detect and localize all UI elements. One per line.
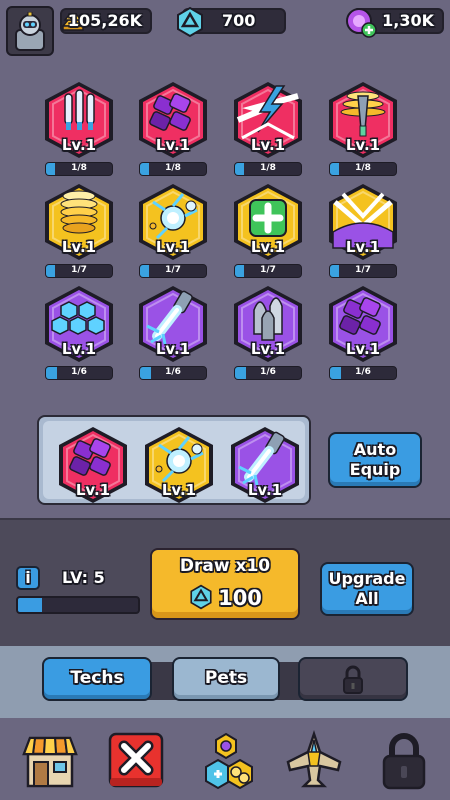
tech-progress-text: 1/7 [355, 265, 371, 275]
top-bar: 105,26K 700 1,30K [0, 0, 450, 56]
tech-progress-bar: 1/8 [329, 162, 397, 176]
draw-x10-button[interactable]: Draw x10 100 [150, 548, 300, 620]
gold-value: 105,26K [67, 11, 142, 30]
tech-progress-text: 1/6 [355, 367, 371, 377]
tech-progress-bar: 1/6 [329, 366, 397, 380]
tech-card-plasma-orb[interactable]: Lv.1 1/7 [137, 182, 213, 292]
techs-icon [205, 732, 253, 790]
ship-icon [286, 730, 342, 788]
tab-locked[interactable] [298, 657, 408, 701]
tech-progress-text: 1/7 [71, 265, 87, 275]
nav-locked[interactable] [374, 730, 434, 790]
tech-progress-bar: 1/7 [329, 264, 397, 278]
player-level-bar [16, 596, 140, 614]
tech-card-gold-coil[interactable]: Lv.1 1/7 [43, 182, 119, 292]
draw-title: Draw x10 [179, 556, 271, 576]
tech-card-repair[interactable]: Lv.1 1/7 [232, 182, 308, 292]
tech-progress-bar: 1/6 [45, 366, 113, 380]
tech-card-purple-bombs[interactable]: Lv.1 1/8 [137, 80, 213, 190]
nav-shop[interactable] [20, 730, 80, 790]
tech-level: Lv.1 [250, 136, 286, 154]
info-button[interactable]: i [16, 566, 40, 590]
tech-level: Lv.1 [61, 136, 97, 154]
tech-progress-text: 1/7 [165, 265, 181, 275]
tech-level: Lv.1 [250, 340, 286, 358]
tech-progress-text: 1/8 [260, 163, 276, 173]
tech-progress-text: 1/6 [71, 367, 87, 377]
tech-level: Lv.1 [345, 238, 381, 256]
shop-icon [22, 736, 78, 788]
tech-progress-bar: 1/6 [234, 366, 302, 380]
tech-level: Lv.1 [155, 238, 191, 256]
lock-icon [343, 665, 363, 694]
tech-progress-bar: 1/6 [139, 366, 207, 380]
draw-cost: 100 [152, 584, 298, 610]
tech-progress-bar: 1/7 [234, 264, 302, 278]
tech-level: Lv.1 [250, 238, 286, 256]
tech-level: Lv.1 [345, 136, 381, 154]
tech-progress-bar: 1/8 [45, 162, 113, 176]
equipped-slots: Lv.1 Lv.1 Lv.1 [43, 421, 305, 503]
tech-progress-text: 1/6 [260, 367, 276, 377]
player-avatar[interactable] [6, 6, 54, 56]
tech-progress-bar: 1/8 [234, 162, 302, 176]
tech-progress-bar: 1/7 [45, 264, 113, 278]
nav-ship[interactable] [284, 730, 344, 790]
equipped-slot-energy-beam[interactable]: Lv.1 [229, 425, 301, 505]
purple-orb-plus-icon[interactable] [344, 6, 378, 40]
tech-progress-bar: 1/7 [139, 264, 207, 278]
tech-level: Lv.1 [61, 238, 97, 256]
gem-icon [190, 584, 212, 610]
lock-icon [382, 733, 426, 790]
tech-progress-text: 1/8 [71, 163, 87, 173]
tech-level: Lv.1 [155, 136, 191, 154]
tech-card-hex-shield[interactable]: Lv.1 1/6 [43, 284, 119, 394]
tech-card-purple-bombs-2[interactable]: Lv.1 1/6 [327, 284, 403, 394]
tab-techs[interactable]: Techs [42, 657, 152, 701]
tech-level: Lv.1 [155, 340, 191, 358]
tech-progress-text: 1/6 [165, 367, 181, 377]
player-level: LV: 5 [62, 568, 105, 587]
equipped-level: Lv.1 [247, 481, 283, 499]
upgrade-all-button[interactable]: Upgrade All [320, 562, 414, 616]
player-level-bar-fill [18, 598, 42, 612]
draw-cost-value: 100 [218, 586, 262, 610]
tech-card-missiles[interactable]: Lv.1 1/8 [43, 80, 119, 190]
tech-card-drill-laser[interactable]: Lv.1 1/8 [327, 80, 403, 190]
equipped-panel: Lv.1 Lv.1 Lv.1 [37, 415, 311, 505]
gem-icon [177, 6, 203, 38]
nav-techs[interactable] [196, 730, 256, 790]
equipped-slot-purple-bombs[interactable]: Lv.1 [57, 425, 129, 505]
tech-card-lightning[interactable]: Lv.1 1/8 [232, 80, 308, 190]
gem-counter: 700 [177, 6, 286, 38]
tech-card-energy-beam[interactable]: Lv.1 1/6 [137, 284, 213, 394]
close-icon [108, 732, 164, 788]
tech-progress-text: 1/7 [260, 265, 276, 275]
gold-counter: 105,26K [60, 8, 152, 34]
robot-avatar-icon [15, 12, 45, 51]
orb-value: 1,30K [382, 11, 434, 30]
tech-progress-text: 1/8 [355, 163, 371, 173]
gem-value: 700 [222, 11, 256, 30]
tech-level: Lv.1 [61, 340, 97, 358]
equipped-slot-plasma-orb[interactable]: Lv.1 [143, 425, 215, 505]
orb-counter: 1,30K [346, 8, 444, 38]
tab-pets[interactable]: Pets [172, 657, 280, 701]
equipped-level: Lv.1 [75, 481, 111, 499]
tech-progress-text: 1/8 [165, 163, 181, 173]
tech-card-wing-blade[interactable]: Lv.1 1/7 [327, 182, 403, 292]
auto-equip-button[interactable]: Auto Equip [328, 432, 422, 488]
tech-card-rockets[interactable]: Lv.1 1/6 [232, 284, 308, 394]
tech-progress-bar: 1/8 [139, 162, 207, 176]
nav-close[interactable] [106, 730, 166, 790]
tech-level: Lv.1 [345, 340, 381, 358]
equipped-level: Lv.1 [161, 481, 197, 499]
